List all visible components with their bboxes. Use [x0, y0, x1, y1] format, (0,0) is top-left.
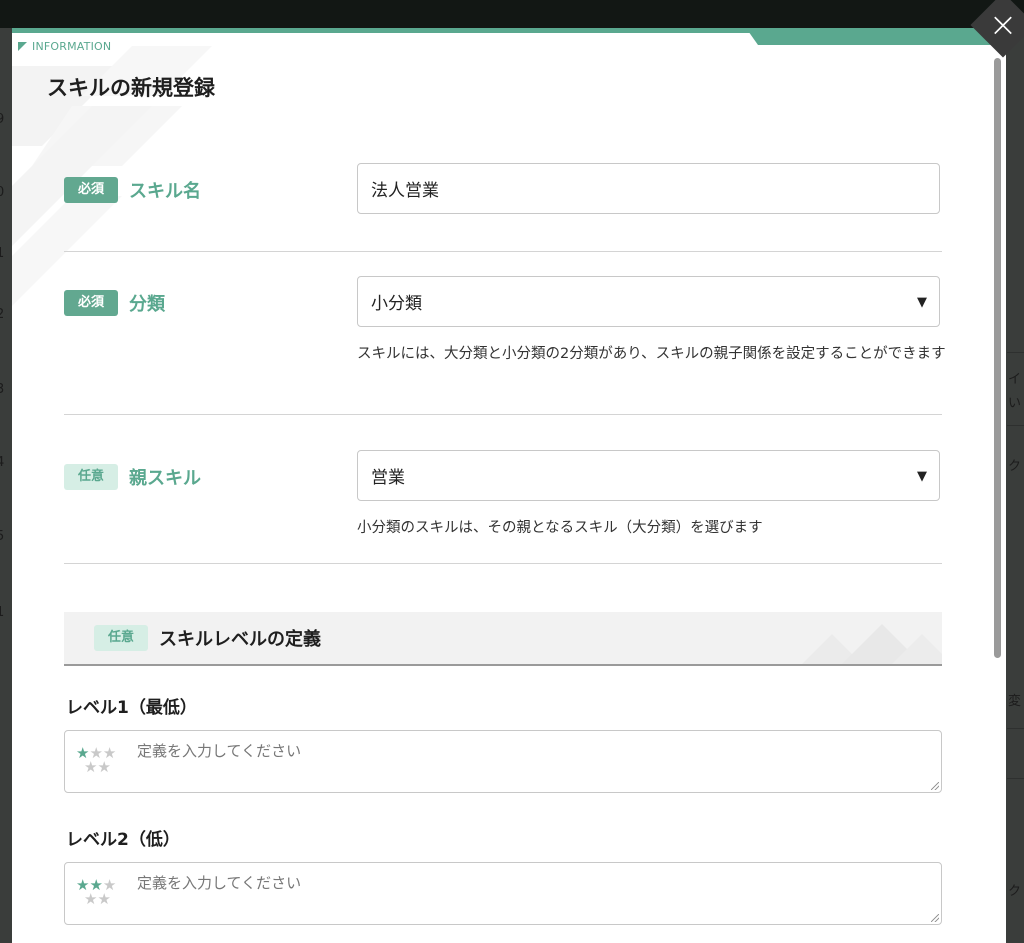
- background-fragment: ク: [1008, 459, 1022, 474]
- parent-skill-help-text: 小分類のスキルは、その親となるスキル（大分類）を選びます: [357, 520, 763, 536]
- background-divider: [1007, 778, 1024, 779]
- section-header-content: 任意 スキルレベルの定義: [94, 625, 321, 651]
- background-divider: [1007, 352, 1024, 353]
- level-1-label: レベル1（最低）: [66, 698, 197, 718]
- background-fragment: ク: [1008, 884, 1022, 899]
- divider: [64, 251, 942, 252]
- level-2-placeholder: 定義を入力してください: [137, 874, 302, 892]
- background-topbar: [0, 0, 1024, 28]
- category-label: 分類: [129, 294, 165, 315]
- optional-badge: 任意: [64, 464, 118, 490]
- parent-skill-label-group: 任意 親スキル: [64, 464, 201, 490]
- skill-name-label-group: 必須 スキル名: [64, 177, 201, 203]
- section-decoration: [802, 624, 942, 664]
- modal-header-band: [12, 28, 1006, 46]
- star-icon: ★: [84, 758, 98, 776]
- close-icon[interactable]: ×: [982, 4, 1024, 46]
- background-row-number: 0: [0, 185, 5, 200]
- parent-skill-selected-value: 営業: [371, 468, 405, 488]
- modal-title: スキルの新規登録: [47, 76, 215, 100]
- required-badge: 必須: [64, 177, 118, 203]
- background-row-number: 4: [0, 455, 5, 470]
- background-fragment: イ: [1008, 372, 1022, 387]
- category-select[interactable]: 小分類 ▼: [357, 276, 940, 327]
- band-accent: [746, 28, 1006, 45]
- level-1-placeholder: 定義を入力してください: [137, 742, 302, 760]
- modal-scrollbar[interactable]: [994, 58, 1001, 658]
- category-help-text: スキルには、大分類と小分類の2分類があり、スキルの親子関係を設定することができま…: [357, 346, 946, 362]
- background-row-number: 1: [0, 246, 5, 261]
- level-1-definition-input[interactable]: ★★★ ★★ 定義を入力してください: [64, 730, 942, 793]
- level-2-definition-input[interactable]: ★★★ ★★ 定義を入力してください: [64, 862, 942, 925]
- star-icon: ★: [84, 890, 98, 908]
- background-row-number: 9: [0, 112, 5, 127]
- information-label: INFORMATION: [32, 40, 112, 53]
- section-title: スキルレベルの定義: [159, 629, 321, 650]
- level-2-label: レベル2（低）: [66, 830, 180, 850]
- resize-handle[interactable]: [931, 782, 939, 790]
- background-row-number: 1: [0, 605, 5, 620]
- skill-name-value: 法人営業: [371, 181, 439, 201]
- divider: [64, 563, 942, 564]
- information-tag: INFORMATION: [18, 40, 111, 53]
- level-1-stars: ★★★ ★★: [76, 746, 126, 776]
- background-fragment: い: [1008, 396, 1022, 411]
- skill-registration-modal: INFORMATION スキルの新規登録 必須 スキル名 法人営業 必須 分類 …: [12, 28, 1006, 943]
- skill-level-section-header: 任意 スキルレベルの定義: [64, 612, 942, 666]
- triangle-down-icon: ▼: [917, 469, 927, 484]
- category-selected-value: 小分類: [371, 294, 422, 314]
- background-row-number: 3: [0, 382, 5, 397]
- star-icon: ★: [97, 758, 111, 776]
- triangle-icon: [18, 42, 27, 51]
- triangle-down-icon: ▼: [917, 295, 927, 310]
- background-fragment: 変: [1008, 694, 1022, 709]
- star-icon: ★: [97, 890, 111, 908]
- required-badge: 必須: [64, 290, 118, 316]
- optional-badge: 任意: [94, 625, 148, 651]
- skill-name-input[interactable]: 法人営業: [357, 163, 940, 214]
- background-row-number: 5: [0, 529, 5, 544]
- category-label-group: 必須 分類: [64, 290, 165, 316]
- background-divider: [1007, 425, 1024, 426]
- level-2-stars: ★★★ ★★: [76, 878, 126, 908]
- parent-skill-label: 親スキル: [129, 468, 201, 489]
- background-divider: [1007, 728, 1024, 729]
- background-row-number: 2: [0, 307, 5, 322]
- resize-handle[interactable]: [931, 914, 939, 922]
- skill-name-label: スキル名: [129, 181, 201, 202]
- parent-skill-select[interactable]: 営業 ▼: [357, 450, 940, 501]
- divider: [64, 414, 942, 415]
